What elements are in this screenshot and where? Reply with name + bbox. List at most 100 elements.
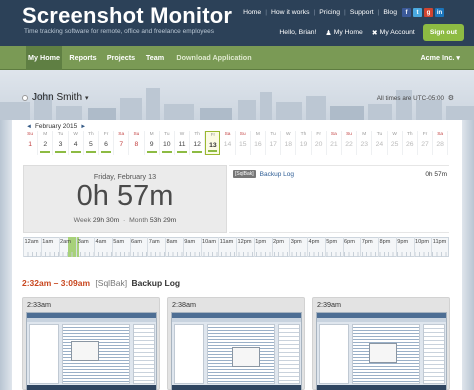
- tab-projects[interactable]: Projects: [104, 46, 138, 70]
- activity-row[interactable]: [SqlBak] Backup Log 0h 57m: [233, 170, 447, 178]
- calendar-day-selected[interactable]: Fr 13: [205, 131, 221, 155]
- gear-icon: ⚙: [447, 95, 454, 102]
- calendar-day[interactable]: Tu 17: [266, 131, 282, 155]
- calendar-day[interactable]: M 23: [357, 131, 373, 155]
- calendar-day[interactable]: Tu 10: [160, 131, 175, 155]
- calendar-day[interactable]: Sa 28: [433, 131, 449, 155]
- brand-logo-title[interactable]: Screenshot Monitor: [22, 3, 232, 29]
- calendar-day[interactable]: Fr 6: [99, 131, 115, 155]
- week-value: 29h 30m: [92, 217, 120, 224]
- next-month-icon[interactable]: ►: [80, 124, 86, 130]
- activity-bar: [176, 151, 188, 153]
- calendar-day[interactable]: W 18: [281, 131, 297, 155]
- timeline-hour-label: 4am: [95, 239, 107, 245]
- day-number: 11: [178, 141, 186, 148]
- calendar-day[interactable]: W4: [69, 131, 84, 155]
- calendar-day[interactable]: Fr 20: [312, 131, 327, 155]
- day-number: 14: [223, 141, 232, 148]
- calendar-day[interactable]: W 11: [175, 131, 191, 155]
- linkedin-icon[interactable]: in: [435, 8, 444, 17]
- day-number: 21: [330, 141, 338, 148]
- calendar-day[interactable]: Su 22: [342, 131, 358, 155]
- activity-bar: [85, 151, 96, 153]
- weekday-label: W: [179, 132, 185, 137]
- tab-team[interactable]: Team: [142, 46, 168, 70]
- weekday-label: Tu: [270, 132, 276, 137]
- project-tag: [SqlBak]: [233, 170, 256, 178]
- calendar-day[interactable]: Sa 14: [220, 131, 236, 155]
- day-number: 27: [421, 141, 429, 148]
- day-number: 8: [134, 141, 139, 148]
- calendar-day[interactable]: M9: [145, 131, 160, 155]
- calendar-day[interactable]: Tu 24: [372, 131, 388, 155]
- screenshot-thumbnail[interactable]: [26, 312, 157, 390]
- screenshot-time: 2:39am: [317, 300, 341, 309]
- activity-title[interactable]: Backup Log: [260, 171, 294, 178]
- my-home-link[interactable]: ♟ My Home: [325, 29, 362, 37]
- calendar-day[interactable]: M 16: [251, 131, 266, 155]
- divider: |: [344, 9, 346, 16]
- calendar-day[interactable]: Th 12: [190, 131, 206, 155]
- calendar-days: Su 1 M 2 Tu 3 W 4 Th 5 Fr 6 Sa 7 Su 8 M 9 Tu 10 W 11 Th 12 Fr 13 S…: [23, 131, 449, 155]
- link-home[interactable]: Home: [243, 9, 261, 16]
- calendar-day[interactable]: Tu 3: [53, 131, 69, 155]
- stats-total-time: 0h 57m: [76, 180, 174, 212]
- link-pricing[interactable]: Pricing: [319, 9, 340, 16]
- timeline-hour-label: 7pm: [361, 239, 373, 245]
- screenshot-card[interactable]: 2:38am: [167, 297, 305, 390]
- calendar-day[interactable]: W 25: [388, 131, 403, 155]
- weekday-label: Su: [27, 132, 34, 137]
- day-number: 1: [28, 141, 32, 148]
- day-timeline[interactable]: 12am 1am 2am 3am 4am 5am 6am 7am 8am 9am 10am 11am 1…: [23, 237, 449, 257]
- calendar-day[interactable]: Sa 21: [327, 131, 342, 155]
- screenshot-time: 2:38am: [172, 300, 196, 309]
- timezone-setting[interactable]: All times are UTC-05:00 ⚙: [377, 94, 454, 102]
- weekday-label: Sa: [224, 132, 231, 137]
- link-blog[interactable]: Blog: [383, 9, 397, 16]
- weekday-label: M: [362, 132, 367, 137]
- activity-bar: [100, 151, 112, 153]
- calendar-day[interactable]: Su 15: [236, 131, 251, 155]
- weekday-label: Sa: [330, 132, 337, 137]
- activity-duration: 0h 57m: [425, 170, 447, 178]
- timeline-hour-label: 8pm: [379, 239, 391, 245]
- account-dropdown[interactable]: Acme Inc. ▾: [420, 46, 460, 70]
- weekday-label: Tu: [164, 132, 170, 137]
- tab-download-application[interactable]: Download Application: [174, 46, 254, 70]
- calendar-day[interactable]: Th 5: [84, 131, 99, 155]
- calendar-day[interactable]: Sa 7: [114, 131, 130, 155]
- twitter-icon[interactable]: t: [413, 8, 422, 17]
- my-account-link[interactable]: ✖ My Account: [372, 29, 415, 37]
- timeline-hour-label: 2pm: [273, 239, 284, 245]
- calendar-day[interactable]: Fr 27: [418, 131, 434, 155]
- timeline-hour-label: 9pm: [397, 239, 409, 245]
- screenshot-thumbnail[interactable]: [171, 312, 302, 390]
- google-plus-icon[interactable]: g: [424, 8, 433, 17]
- user-selector[interactable]: John Smith ▾: [22, 92, 89, 103]
- calendar-day[interactable]: Su 1: [23, 131, 39, 155]
- sign-out-button[interactable]: Sign out: [422, 24, 464, 41]
- calendar-day[interactable]: M2: [38, 131, 54, 155]
- calendar-day[interactable]: Su 8: [129, 131, 145, 155]
- weekday-label: Sa: [437, 132, 444, 137]
- timeline-hour-label: 1am: [42, 239, 54, 245]
- tab-my-home[interactable]: My Home: [26, 46, 62, 70]
- day-number: 7: [119, 141, 124, 148]
- timeline-hour-label: 7am: [148, 239, 160, 245]
- prev-month-icon[interactable]: ◄: [26, 124, 32, 130]
- screenshot-thumbnail[interactable]: [316, 312, 447, 390]
- link-how-it-works[interactable]: How it works: [271, 9, 310, 16]
- activity-bar: [40, 151, 51, 153]
- day-number: 15: [238, 141, 247, 148]
- greeting: Hello, Brian!: [279, 29, 317, 36]
- link-support[interactable]: Support: [350, 9, 374, 16]
- calendar-day[interactable]: Th 26: [403, 131, 418, 155]
- screenshot-card[interactable]: 2:33am: [22, 297, 160, 390]
- day-number: 3: [58, 141, 63, 148]
- calendar-day[interactable]: Th 19: [296, 131, 312, 155]
- day-number: 18: [284, 141, 293, 148]
- screenshot-card[interactable]: 2:39am: [312, 297, 450, 390]
- tab-reports[interactable]: Reports: [66, 46, 100, 70]
- weekday-label: M: [149, 132, 154, 137]
- facebook-icon[interactable]: f: [402, 8, 411, 17]
